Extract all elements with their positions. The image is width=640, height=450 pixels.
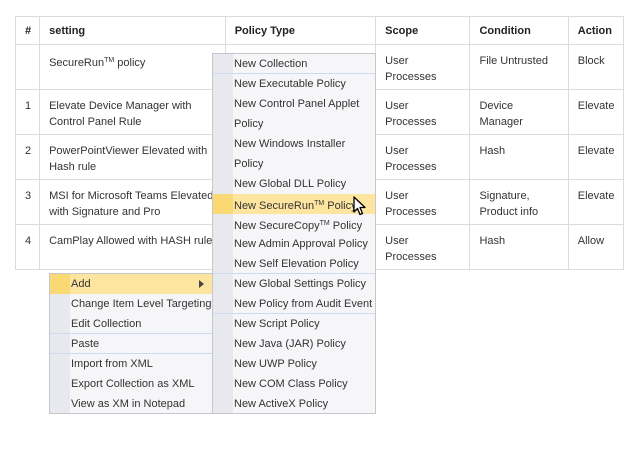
submenu-item-new-securerun-policy[interactable]: New SecureRunTM Policy xyxy=(213,194,375,214)
menu-item-label: Import from XML xyxy=(71,358,153,370)
cell-action: Elevate xyxy=(567,134,625,180)
submenu-item-new-activex-policy[interactable]: New ActiveX Policy xyxy=(213,394,375,414)
menu-item-label: Paste xyxy=(71,338,100,350)
submenu-item-new-control-panel-applet-policy[interactable]: New Control Panel Applet xyxy=(213,94,375,114)
menu-item-view-as-xml-in-notepad[interactable]: View as XM in Notepad xyxy=(50,394,212,414)
menu-item-label: New Global DLL Policy xyxy=(234,178,347,190)
cell-scope: User Processes xyxy=(375,179,471,225)
submenu-item-new-admin-approval-policy[interactable]: New Admin Approval Policy xyxy=(213,234,375,254)
cell-setting: Elevate Device Manager with Control Pane… xyxy=(39,89,226,135)
column-header-condition[interactable]: Condition xyxy=(469,16,569,45)
cell-condition: Signature, Product info xyxy=(469,179,569,225)
submenu-item-new-control-panel-applet-policy-cont[interactable]: Policy xyxy=(213,114,375,134)
cell-number: 3 xyxy=(14,179,41,225)
menu-item-label: Add xyxy=(71,278,91,290)
cell-setting: PowerPointViewer Elevated with Hash rule xyxy=(39,134,226,180)
add-submenu: New Collection New Executable Policy New… xyxy=(212,53,376,414)
submenu-item-new-java-jar-policy[interactable]: New Java (JAR) Policy xyxy=(213,334,375,354)
menu-gutter-highlight xyxy=(50,274,70,294)
cell-number: 4 xyxy=(14,224,41,270)
table-header-row: # setting Policy Type Scope Condition Ac… xyxy=(14,16,625,45)
setting-name: SecureRun xyxy=(49,57,105,69)
cell-action: Allow xyxy=(567,224,625,270)
cell-action: Elevate xyxy=(567,179,625,225)
menu-item-label-suffix: Policy xyxy=(324,200,357,212)
menu-item-label: New UWP Policy xyxy=(234,358,317,370)
column-header-number[interactable]: # xyxy=(14,16,41,45)
cell-setting: CamPlay Allowed with HASH rule xyxy=(39,224,226,270)
cell-condition: Device Manager xyxy=(469,89,569,135)
mouse-cursor-icon xyxy=(353,196,366,216)
menu-item-label: Policy xyxy=(234,158,264,170)
trademark-mark: TM xyxy=(319,220,330,227)
menu-item-import-from-xml[interactable]: Import from XML xyxy=(50,354,212,374)
menu-item-edit-collection[interactable]: Edit Collection xyxy=(50,314,212,334)
menu-item-label: New COM Class Policy xyxy=(234,378,348,390)
submenu-item-new-com-class-policy[interactable]: New COM Class Policy xyxy=(213,374,375,394)
submenu-item-new-global-settings-policy[interactable]: New Global Settings Policy xyxy=(213,274,375,294)
menu-item-label-text: New SecureRun xyxy=(234,200,315,212)
menu-item-label: New Java (JAR) Policy xyxy=(234,338,346,350)
menu-item-label: New Self Elevation Policy xyxy=(234,258,359,270)
menu-item-label: New Admin Approval Policy xyxy=(234,238,368,250)
menu-item-label: New Collection xyxy=(234,58,308,70)
menu-item-label: New SecureCopyTM Policy xyxy=(234,220,362,232)
submenu-item-new-uwp-policy[interactable]: New UWP Policy xyxy=(213,354,375,374)
cell-number: 1 xyxy=(14,89,41,135)
menu-item-label: New ActiveX Policy xyxy=(234,398,329,410)
submenu-item-new-global-dll-policy[interactable]: New Global DLL Policy xyxy=(213,174,375,194)
cell-scope: User Processes xyxy=(375,224,471,270)
context-menu: Add Change Item Level Targeting Edit Col… xyxy=(49,273,213,414)
cell-condition: File Untrusted xyxy=(469,44,569,90)
submenu-item-new-collection[interactable]: New Collection xyxy=(213,54,375,74)
cell-condition: Hash xyxy=(469,134,569,180)
cell-scope: User Processes xyxy=(375,134,471,180)
cell-number xyxy=(14,44,41,90)
cell-condition: Hash xyxy=(469,224,569,270)
submenu-item-new-executable-policy[interactable]: New Executable Policy xyxy=(213,74,375,94)
menu-item-label-text: New SecureCopy xyxy=(234,220,320,232)
menu-item-label: Export Collection as XML xyxy=(71,378,195,390)
cell-action: Elevate xyxy=(567,89,625,135)
menu-item-label-suffix: Policy xyxy=(329,220,363,232)
menu-gutter-highlight xyxy=(213,194,233,214)
cell-scope: User Processes xyxy=(375,89,471,135)
menu-item-add[interactable]: Add xyxy=(50,274,212,294)
menu-item-label: Policy xyxy=(234,118,264,130)
submenu-item-new-script-policy[interactable]: New Script Policy xyxy=(213,314,375,334)
submenu-item-new-self-elevation-policy[interactable]: New Self Elevation Policy xyxy=(213,254,375,274)
submenu-arrow-icon xyxy=(199,280,204,288)
menu-item-export-collection-as-xml[interactable]: Export Collection as XML xyxy=(50,374,212,394)
menu-item-paste[interactable]: Paste xyxy=(50,334,212,354)
column-header-scope[interactable]: Scope xyxy=(375,16,471,45)
menu-item-label: Change Item Level Targeting xyxy=(71,298,212,310)
submenu-item-new-policy-from-audit-event[interactable]: New Policy from Audit Event xyxy=(213,294,375,314)
trademark-mark: TM xyxy=(314,200,325,207)
column-header-action[interactable]: Action xyxy=(567,16,625,45)
cell-setting: SecureRunTM policy xyxy=(39,44,226,90)
cell-number: 2 xyxy=(14,134,41,180)
trademark-mark: TM xyxy=(104,57,115,64)
menu-item-label: New SecureRunTM Policy xyxy=(234,200,357,212)
setting-name-suffix: policy xyxy=(114,57,146,69)
submenu-item-new-windows-installer-policy[interactable]: New Windows Installer xyxy=(213,134,375,154)
cell-action: Block xyxy=(567,44,625,90)
submenu-item-new-securecopy-policy[interactable]: New SecureCopyTM Policy xyxy=(213,214,375,234)
menu-item-label: New Script Policy xyxy=(234,318,320,330)
menu-item-label: Edit Collection xyxy=(71,318,142,330)
column-header-policy-type[interactable]: Policy Type xyxy=(224,16,377,45)
cell-scope: User Processes xyxy=(375,44,471,90)
menu-item-label: View as XM in Notepad xyxy=(71,398,186,410)
menu-item-change-item-level-targeting[interactable]: Change Item Level Targeting xyxy=(50,294,212,314)
menu-item-label: New Windows Installer xyxy=(234,138,346,150)
submenu-item-new-windows-installer-policy-cont[interactable]: Policy xyxy=(213,154,375,174)
menu-item-label: New Policy from Audit Event xyxy=(234,298,373,310)
menu-item-label: New Global Settings Policy xyxy=(234,278,367,290)
menu-item-label: New Control Panel Applet xyxy=(234,98,360,110)
cell-setting: MSI for Microsoft Teams Elevated with Si… xyxy=(39,179,226,225)
column-header-setting[interactable]: setting xyxy=(39,16,226,45)
menu-item-label: New Executable Policy xyxy=(234,78,346,90)
